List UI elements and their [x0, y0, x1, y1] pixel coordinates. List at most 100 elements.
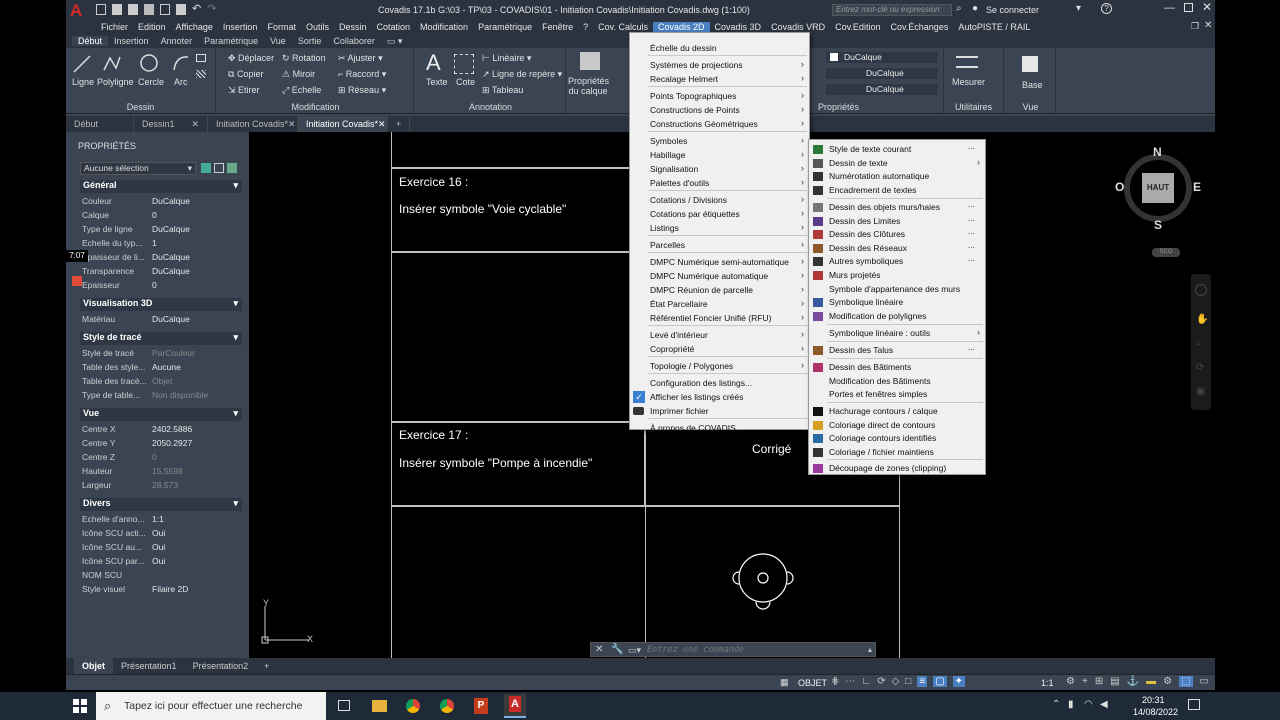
powerpoint-icon[interactable]: P	[474, 698, 488, 714]
covadis-menu-item[interactable]: DMPC Numérique automatique ›	[630, 270, 809, 283]
habillage-menu-item[interactable]: Découpage de zones (clipping)	[809, 462, 985, 475]
property-row[interactable]: Transparence DuCalque	[82, 266, 240, 280]
menu-4[interactable]: Format	[262, 22, 301, 32]
ribbon-tab-1[interactable]: Insertion	[108, 36, 155, 46]
showmotion-icon[interactable]: ▣	[1196, 386, 1205, 397]
covadis-menu-item[interactable]: Symboles ›	[630, 135, 809, 148]
plus-icon[interactable]: +	[1082, 676, 1088, 687]
steering-wheel-icon[interactable]	[1195, 284, 1207, 296]
wifi-icon[interactable]: ◠	[1084, 699, 1093, 710]
zoom-icon[interactable]: ⌕	[1196, 338, 1202, 349]
property-row[interactable]: Echelle d'anno... 1:1	[82, 514, 240, 528]
property-value[interactable]: DuCalque	[148, 314, 240, 328]
menu-1[interactable]: Edition	[133, 22, 171, 32]
property-value[interactable]: 2402.5886	[148, 424, 240, 438]
new-tab-button[interactable]: +	[388, 116, 411, 132]
habillage-menu-item[interactable]: Encadrement de textes	[809, 184, 985, 197]
linetype-dropdown[interactable]: DuCalque	[826, 68, 938, 79]
menu-8[interactable]: Modification	[415, 22, 473, 32]
compass-north[interactable]: N	[1153, 145, 1162, 159]
snap-icon[interactable]: ⋯	[845, 676, 855, 687]
covadis-menu-item[interactable]: Systèmes de projections ›	[630, 59, 809, 72]
layout-tab-2[interactable]: Présentation2	[185, 658, 257, 674]
model-space-icon[interactable]: ▦	[780, 677, 789, 688]
measure-button[interactable]: Mesurer	[952, 77, 985, 87]
ortho-icon[interactable]: ∟	[861, 676, 871, 687]
habillage-menu-item[interactable]: Symbole d'appartenance des murs	[809, 283, 985, 296]
menu-2[interactable]: Affichage	[171, 22, 218, 32]
clock-date[interactable]: 14/08/2022	[1133, 707, 1178, 717]
ribbon-tab-3[interactable]: Paramétrique	[198, 36, 264, 46]
minimize-button[interactable]: —	[1164, 2, 1175, 14]
habillage-menu-item[interactable]: Dessin de texte ›	[809, 157, 985, 170]
rectangle-icon[interactable]	[196, 54, 206, 62]
save-as-icon[interactable]	[144, 4, 154, 15]
covadis-menu-item[interactable]: DMPC Numérique semi-automatique ›	[630, 256, 809, 269]
covadis-menu-item[interactable]: DMPC Réunion de parcelle ›	[630, 284, 809, 297]
osnap-icon[interactable]: □	[905, 676, 911, 687]
quick-properties-icon[interactable]: ▤	[1110, 676, 1119, 687]
covadis-menu-item[interactable]: Levé d'intérieur ›	[630, 329, 809, 342]
habillage-menu-item[interactable]: Symbolique linéaire	[809, 296, 985, 309]
menu-5[interactable]: Outils	[301, 22, 334, 32]
base-view-button[interactable]: Base	[1022, 80, 1043, 90]
ribbon-tab-0[interactable]: Début	[72, 36, 109, 46]
habillage-menu-item[interactable]: Dessin des Limites...	[809, 213, 985, 228]
menu-14[interactable]: Covadis 3D	[710, 22, 767, 32]
ucs-menu-button[interactable]: SCG	[1152, 248, 1180, 257]
property-value[interactable]: 0	[148, 280, 240, 294]
doc-tab-1[interactable]: Dessin1 ✕	[134, 116, 208, 132]
property-row[interactable]: Epaisseur de li... DuCalque	[82, 252, 240, 266]
fillet-button[interactable]: ⌐ Raccord ▾	[338, 69, 386, 80]
covadis-menu-item[interactable]: Signalisation ›	[630, 163, 809, 176]
arc-button[interactable]: Arc	[174, 77, 188, 87]
line-button[interactable]: Ligne	[72, 77, 94, 87]
menu-12[interactable]: Cov. Calculs	[593, 22, 653, 32]
property-value[interactable]: 0	[148, 210, 240, 224]
fire-hydrant-symbol[interactable]	[722, 550, 804, 622]
doc-restore-icon[interactable]: ❐	[1191, 21, 1199, 32]
property-row[interactable]: Style de tracé ParCouleur	[82, 348, 240, 362]
property-row[interactable]: Matériau DuCalque	[82, 314, 240, 328]
property-value[interactable]: 2050.2927	[148, 438, 240, 452]
covadis-menu-item[interactable]: Référentiel Foncier Unifié (RFU) ›	[630, 312, 809, 325]
panel-dessin-title[interactable]: Dessin	[66, 102, 215, 112]
hardware-accel-icon[interactable]: ▬	[1146, 676, 1156, 687]
layer-properties-icon[interactable]	[580, 52, 600, 70]
covadis-menu-item[interactable]: Cotations / Divisions ›	[630, 194, 809, 207]
menu-15[interactable]: Covadis VRD	[766, 22, 830, 32]
search-icon[interactable]: ⌕	[956, 3, 962, 14]
section-general[interactable]: Général ▾	[80, 180, 242, 193]
copy-button[interactable]: ⧉ Copier	[228, 69, 263, 80]
recent-commands-icon[interactable]: ▭▾	[628, 645, 641, 656]
property-row[interactable]: Icône SCU au... Oui	[82, 542, 240, 556]
section-vue[interactable]: Vue ▾	[80, 408, 242, 421]
compass-east[interactable]: E	[1193, 180, 1201, 194]
undo-icon[interactable]: ↶	[192, 4, 201, 16]
lineweight-dropdown[interactable]: DuCalque	[826, 84, 938, 95]
plot-icon[interactable]	[160, 4, 170, 15]
autocad-logo-icon[interactable]: A	[70, 1, 88, 20]
new-layout-button[interactable]: +	[256, 658, 277, 674]
tray-chevron-icon[interactable]: ⌃	[1052, 699, 1060, 710]
doc-tab-3[interactable]: Initiation Covadis* ✕	[298, 116, 388, 132]
table-button[interactable]: ⊞ Tableau	[482, 85, 523, 96]
signin-button[interactable]: Se connecter	[986, 5, 1039, 15]
habillage-menu-item[interactable]: Portes et fenêtres simples	[809, 388, 985, 401]
menu-16[interactable]: Cov.Edition	[830, 22, 885, 32]
habillage-menu-item[interactable]: Dessin des Clôtures...	[809, 226, 985, 241]
annotation-scale-icon[interactable]: ✦	[952, 676, 966, 687]
collapse-icon[interactable]: ▾	[233, 298, 238, 309]
property-row[interactable]: Centre Y 2050.2927	[82, 438, 240, 452]
ribbon-extra-icon[interactable]: ▭ ▾	[381, 36, 409, 47]
property-value[interactable]: Non disponible	[148, 390, 240, 404]
text-button[interactable]: Texte	[426, 77, 448, 87]
save-icon[interactable]	[128, 4, 138, 15]
layer-properties-button[interactable]: Propriétés du calque	[568, 76, 609, 96]
print-icon[interactable]	[176, 4, 186, 15]
property-value[interactable]: 1:1	[148, 514, 240, 528]
property-value[interactable]: 28.573	[148, 480, 240, 494]
panel-utilitaires-title[interactable]: Utilitaires	[944, 102, 1003, 112]
mirror-button[interactable]: ⚠ Miroir	[282, 69, 315, 80]
close-tab-icon[interactable]: ✕	[288, 119, 296, 130]
